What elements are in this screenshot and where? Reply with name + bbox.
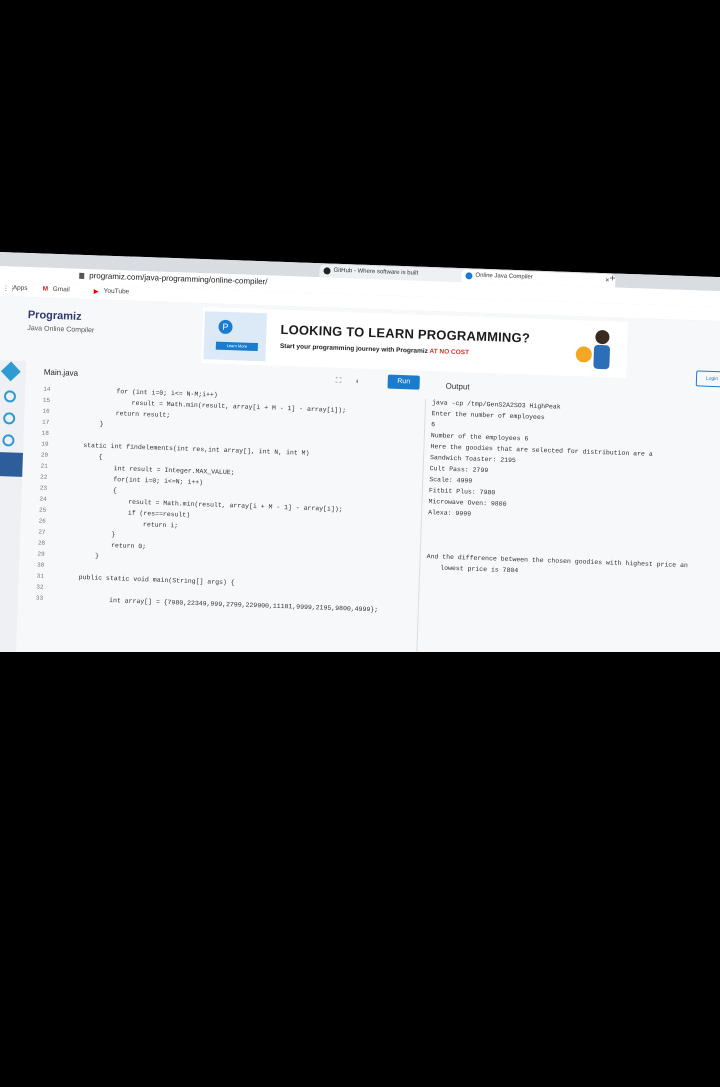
lock-icon [79, 272, 85, 279]
output-heading: Output [445, 381, 470, 392]
output-line: Alexa: 9999 [428, 509, 472, 518]
line-number: 16 [42, 407, 50, 415]
compiler-icon[interactable] [0, 361, 21, 382]
login-button[interactable]: Login [695, 370, 720, 388]
output-line: Scale: 4999 [429, 476, 473, 485]
code-line: { [82, 453, 103, 461]
line-number: 23 [39, 484, 48, 492]
line-number: 31 [36, 572, 45, 580]
line-number: 26 [38, 517, 46, 525]
bookmark-youtube[interactable]: YouTube [104, 288, 130, 296]
code-line: if (res==result) [80, 507, 191, 519]
output-line: java -cp /tmp/GenS2A2SO3 HighPeak [431, 399, 561, 411]
code-line: int array[] = {7980,22349,999,2799,22990… [77, 595, 379, 614]
code-line: } [83, 420, 104, 428]
line-number: 30 [36, 561, 45, 569]
fullscreen-icon[interactable]: ⛶ [336, 376, 342, 385]
code-line: { [81, 486, 117, 495]
programiz-page: Programiz Java Online Compiler P Learn M… [0, 295, 720, 652]
github-icon [323, 267, 331, 275]
theme-toggle-icon[interactable]: ◐ [355, 376, 360, 385]
line-number: 29 [37, 550, 45, 558]
person-illustration-icon [575, 330, 610, 370]
code-line: for(int i=0; i<=N; i++) [82, 475, 204, 487]
run-button[interactable]: Run [387, 374, 420, 390]
bookmark-apps[interactable]: Apps [13, 284, 28, 292]
cplusplus-icon[interactable] [3, 390, 17, 403]
code-line: int result = Integer.MAX_VALUE; [82, 464, 235, 477]
line-number: 18 [41, 429, 50, 437]
editor-toolbar: ⛶ ◐ [336, 376, 361, 387]
c-icon[interactable] [2, 412, 16, 425]
c-language-icon[interactable] [2, 434, 15, 447]
code-line: return 0; [79, 540, 147, 551]
line-number: 25 [38, 506, 47, 514]
programiz-p-icon: P [218, 319, 233, 335]
programiz-logo[interactable]: Programiz [28, 309, 82, 323]
line-number: 24 [39, 495, 47, 503]
output-line: Microwave Oven: 9800 [428, 498, 507, 508]
output-line: 6 [431, 421, 436, 429]
output-line: Fitbit Plus: 7980 [428, 487, 496, 497]
java-icon[interactable] [0, 451, 24, 477]
line-number: 32 [36, 583, 44, 591]
tab-label: GitHub - Where software is built [333, 267, 419, 277]
ad-banner[interactable]: P Learn More LOOKING TO LEARN PROGRAMMIN… [201, 307, 628, 378]
monitor-photo: GitHub - Where software is built × Onlin… [0, 252, 720, 652]
line-number: 21 [40, 462, 48, 470]
banner-highlight: AT NO COST [429, 348, 470, 357]
banner-card: P Learn More [203, 311, 268, 362]
code-line: return result; [84, 409, 171, 420]
code-line: } [79, 551, 100, 560]
line-number: 19 [41, 440, 49, 448]
output-panel: java -cp /tmp/GenS2A2SO3 HighPeak Enter … [415, 398, 720, 652]
banner-title: LOOKING TO LEARN PROGRAMMING? [280, 321, 531, 346]
line-number: 22 [40, 473, 48, 481]
browser-window: GitHub - Where software is built × Onlin… [0, 252, 720, 652]
line-number: 27 [38, 528, 46, 536]
output-line: lowest price is 7804 [440, 564, 519, 575]
banner-subtitle: Start your programming journey with Prog… [280, 343, 469, 357]
page-subtitle: Java Online Compiler [27, 325, 95, 335]
tab-label: Online Java Compiler [475, 272, 533, 281]
code-line: for (int i=0; i<= N-M;i++) [85, 387, 218, 399]
output-line: Cult Pass: 2799 [429, 465, 489, 475]
bookmark-gmail[interactable]: Gmail [53, 286, 70, 294]
output-line: Sandwich Toaster: 2195 [429, 454, 516, 465]
programiz-tab-icon [465, 272, 473, 280]
output-line: Number of the employees 6 [430, 432, 529, 443]
code-editor[interactable]: 14 15 16 17 18 19 20 21 22 23 24 25 26 2… [15, 385, 425, 652]
banner-learn-button[interactable]: Learn More [215, 341, 258, 352]
code-line: return i; [80, 518, 179, 530]
code-line: } [80, 529, 116, 539]
youtube-icon: ▶ [93, 288, 99, 296]
output-line: Enter the number of employees [431, 410, 545, 422]
line-number: 15 [42, 396, 51, 404]
code-line: static int findelements(int res,int arra… [83, 442, 310, 457]
new-tab-icon[interactable]: + [609, 273, 615, 284]
line-number: 14 [43, 385, 51, 393]
banner-subtitle-text: Start your programming journey with Prog… [279, 342, 428, 355]
line-number: 17 [41, 418, 50, 426]
file-tab-main-java[interactable]: Main.java [44, 368, 79, 378]
line-number: 28 [37, 539, 46, 547]
line-number: 20 [40, 451, 49, 459]
line-number: 33 [35, 594, 44, 602]
gmail-icon: M [42, 285, 49, 293]
code-line: public static void main(String[] args) { [78, 573, 235, 587]
